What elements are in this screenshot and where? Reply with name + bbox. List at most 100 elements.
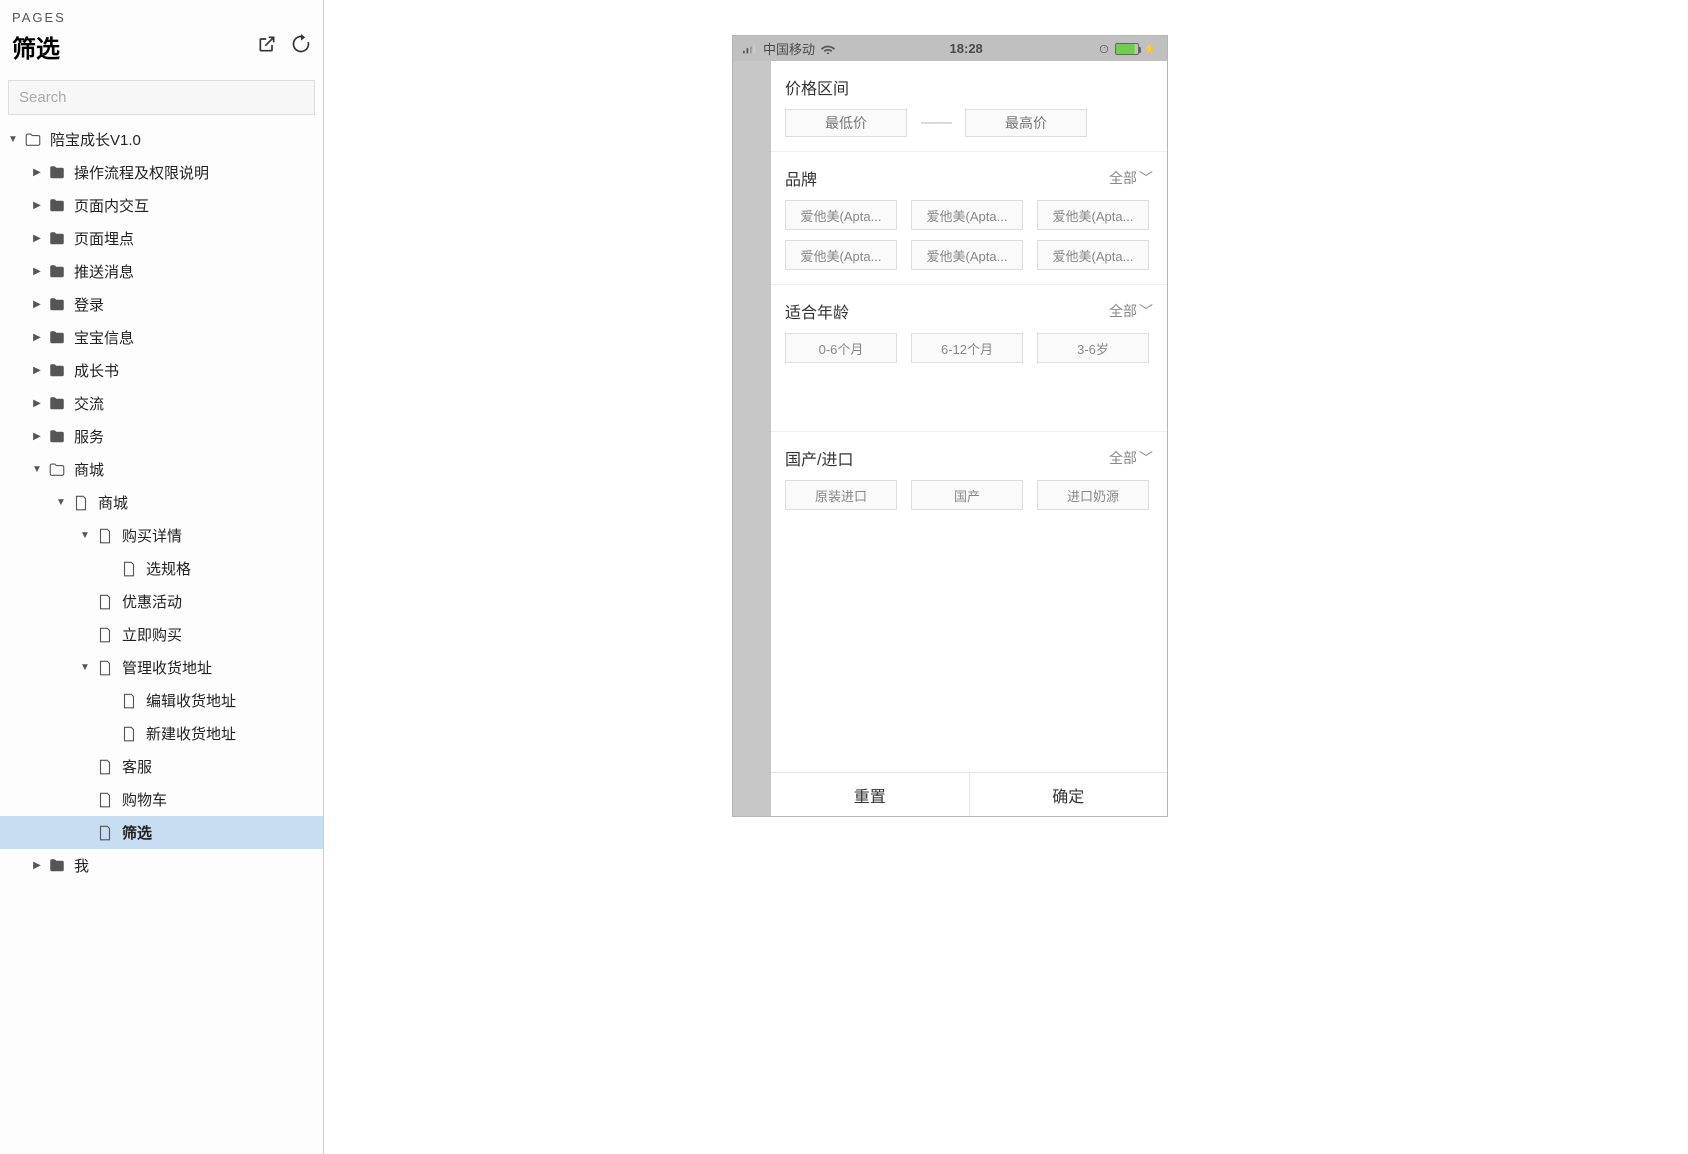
tree-item-label: 编辑收货地址 [146,690,236,711]
age-section: 适合年龄 全部﹀ 0-6个月6-12个月3-6岁 [771,285,1167,432]
tree-item[interactable]: ▶页面内交互 [0,189,323,222]
tree-item[interactable]: 选规格 [0,552,323,585]
page-icon [96,527,114,545]
page-icon [120,725,138,743]
carrier-label: 中国移动 [763,39,815,58]
tree-toggle-icon [102,694,116,708]
sidebar-header: PAGES 筛选 [0,0,323,72]
tree-toggle-icon[interactable]: ▶ [30,364,44,378]
clock-label: 18:28 [950,41,983,56]
tree-item[interactable]: ▼ 陪宝成长V1.0 [0,123,323,156]
tree-item[interactable]: ▼ 购买详情 [0,519,323,552]
page-icon [96,626,114,644]
tree-toggle-icon[interactable]: ▶ [30,199,44,213]
tree-item[interactable]: 优惠活动 [0,585,323,618]
tree-item[interactable]: ▶宝宝信息 [0,321,323,354]
tree-toggle-icon[interactable]: ▶ [30,430,44,444]
page-icon [96,824,114,842]
tree-item[interactable]: ▶ 推送消息 [0,255,323,288]
tree-toggle-icon[interactable]: ▶ [30,166,44,180]
age-chip[interactable]: 3-6岁 [1037,333,1149,363]
folder-icon [48,197,66,215]
tree-toggle-icon[interactable]: ▶ [30,298,44,312]
tree-item[interactable]: 编辑收货地址 [0,684,323,717]
folder-icon [48,428,66,446]
tree-item-label: 筛选 [122,822,152,843]
page-title: 筛选 [12,29,60,64]
folder-icon [48,362,66,380]
page-icon [120,560,138,578]
page-tree: ▼陪宝成长V1.0▶操作流程及权限说明▶页面内交互▶页面埋点▶推送消息▶登录▶宝… [0,123,323,1154]
tree-toggle-icon[interactable]: ▼ [6,133,20,147]
confirm-button[interactable]: 确定 [969,773,1168,816]
tree-item[interactable]: 新建收货地址 [0,717,323,750]
tree-item[interactable]: ▶我 [0,849,323,882]
tree-item-label: 客服 [122,756,152,777]
canvas: 中国移动 18:28 ⚡ 价格区间 —— [324,0,1688,1154]
brand-chip[interactable]: 爱他美(Apta... [911,240,1023,270]
tree-item[interactable]: ▶页面埋点 [0,222,323,255]
tree-toggle-icon[interactable]: ▼ [78,661,92,675]
tree-toggle-icon [78,793,92,807]
tree-item-label: 优惠活动 [122,591,182,612]
origin-chip[interactable]: 国产 [911,480,1023,510]
chevron-down-icon: ﹀ [1139,168,1153,188]
tree-item[interactable]: ▶ 操作流程及权限说明 [0,156,323,189]
share-icon[interactable] [257,34,277,59]
origin-chip[interactable]: 进口奶源 [1037,480,1149,510]
price-min-input[interactable] [785,109,907,137]
tree-item-label: 推送消息 [74,261,134,282]
tree-item-label: 选规格 [146,558,191,579]
tree-item[interactable]: ▶登录 [0,288,323,321]
tree-item[interactable]: ▶服务 [0,420,323,453]
tree-item-label: 操作流程及权限说明 [74,162,209,183]
tree-toggle-icon[interactable]: ▶ [30,397,44,411]
brand-chip[interactable]: 爱他美(Apta... [1037,240,1149,270]
tree-toggle-icon[interactable]: ▼ [54,496,68,510]
origin-chip[interactable]: 原装进口 [785,480,897,510]
brand-chip[interactable]: 爱他美(Apta... [785,240,897,270]
tree-toggle-icon[interactable]: ▶ [30,859,44,873]
tree-toggle-icon[interactable]: ▼ [78,529,92,543]
age-chip[interactable]: 0-6个月 [785,333,897,363]
tree-toggle-icon[interactable]: ▼ [30,463,44,477]
age-chip[interactable]: 6-12个月 [911,333,1023,363]
brand-title: 品牌 [785,166,817,190]
chevron-down-icon: ﹀ [1139,448,1153,468]
tree-item[interactable]: ▶交流 [0,387,323,420]
tree-item[interactable]: ▶成长书 [0,354,323,387]
brand-chip[interactable]: 爱他美(Apta... [911,200,1023,230]
battery-icon [1115,43,1139,55]
brand-chip[interactable]: 爱他美(Apta... [1037,200,1149,230]
age-all-button[interactable]: 全部﹀ [1109,301,1153,321]
folder-icon [48,230,66,248]
tree-item-label: 购买详情 [122,525,182,546]
refresh-icon[interactable] [291,34,311,59]
tree-item-label: 商城 [74,459,104,480]
brand-chip[interactable]: 爱他美(Apta... [785,200,897,230]
origin-all-button[interactable]: 全部﹀ [1109,448,1153,468]
folder-icon [48,263,66,281]
tree-item[interactable]: 筛选 [0,816,323,849]
tree-item[interactable]: ▼商城 [0,486,323,519]
tree-item[interactable]: 客服 [0,750,323,783]
tree-item-label: 陪宝成长V1.0 [50,129,141,150]
tree-toggle-icon [78,760,92,774]
search-input[interactable] [8,80,315,115]
tree-item[interactable]: 立即购买 [0,618,323,651]
tree-item-label: 购物车 [122,789,167,810]
wifi-icon [821,44,835,54]
tree-toggle-icon[interactable]: ▶ [30,331,44,345]
tree-item[interactable]: ▼管理收货地址 [0,651,323,684]
tree-toggle-icon [78,826,92,840]
tree-item-label: 我 [74,855,89,876]
tree-item[interactable]: ▼ 商城 [0,453,323,486]
price-max-input[interactable] [965,109,1087,137]
brand-all-button[interactable]: 全部﹀ [1109,168,1153,188]
reset-button[interactable]: 重置 [771,773,969,816]
tree-toggle-icon[interactable]: ▶ [30,232,44,246]
tree-toggle-icon [78,628,92,642]
tree-toggle-icon [102,727,116,741]
tree-toggle-icon[interactable]: ▶ [30,265,44,279]
tree-item[interactable]: 购物车 [0,783,323,816]
